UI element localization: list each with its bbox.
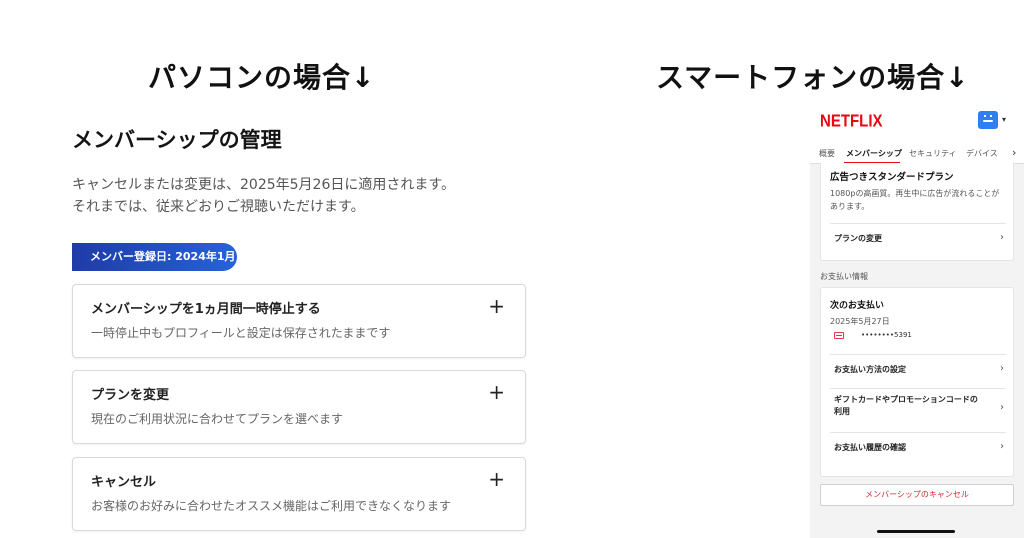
member-since-badge: メンバー登録日: 2024年1月 [72,243,237,271]
card-description: 一時停止中もプロフィールと設定は保存されたままです [91,326,391,340]
avatar[interactable] [978,111,998,129]
home-indicator [877,530,955,533]
plus-icon[interactable]: + [488,294,505,318]
pc-section-heading: パソコンの場合↓ [148,61,376,94]
row-label: ギフトカードやプロモーションコードの利用 [834,395,978,416]
chevron-right-icon: › [1000,232,1004,243]
change-notice-line-2: それまでは、従来どおりご視聴いただけます。 [72,199,365,215]
tab-overview[interactable]: 概要 [819,148,835,159]
page-title: メンバーシップの管理 [72,128,282,152]
plus-icon[interactable]: + [488,467,505,491]
payment-card: 次のお支払い 2025年5月27日 ••••••••5391 お支払い方法の設定… [820,287,1014,477]
plan-name: 広告つきスタンダードプラン [830,172,954,183]
smartphone-section-heading: スマートフォンの場合↓ [656,61,970,94]
row-label: プランの変更 [834,234,882,243]
tab-security[interactable]: セキュリティ [909,148,957,159]
tab-membership[interactable]: メンバーシップ [846,148,902,159]
credit-card-icon [834,332,844,339]
cancel-membership-button[interactable]: メンバーシップのキャンセル [820,484,1014,506]
payment-history-row[interactable]: お支払い履歴の確認 › [830,432,1006,463]
card-number: ••••••••5391 [861,331,912,339]
phone-header: NETFLIX ▾ 概要 メンバーシップ セキュリティ デバイス › [810,95,1024,164]
card-title: プランを変更 [91,388,170,403]
chevron-right-icon[interactable]: › [1012,146,1016,159]
plan-card: 広告つきスタンダードプラン 1080pの高画質。再生中に広告が流れることがありま… [820,163,1014,261]
next-payment-date: 2025年5月27日 [830,317,890,326]
chevron-right-icon: › [1000,363,1004,374]
netflix-logo[interactable]: NETFLIX [820,112,883,132]
change-plan-row[interactable]: プランの変更 › [830,223,1006,254]
pause-membership-card[interactable]: メンバーシップを1ヵ月間一時停止する 一時停止中もプロフィールと設定は保存された… [72,284,526,358]
cancel-card[interactable]: キャンセル お客様のお好みに合わせたオススメ機能はご利用できなくなります + [72,457,526,531]
payment-method-row[interactable]: お支払い方法の設定 › [830,354,1006,385]
change-notice: キャンセルまたは変更は、2025年5月26日に適用されます。 それまでは、従来ど… [72,174,455,218]
change-plan-card[interactable]: プランを変更 現在のご利用状況に合わせてプランを選べます + [72,370,526,444]
next-payment-label: 次のお支払い [830,301,885,311]
change-notice-line-1: キャンセルまたは変更は、2025年5月26日に適用されます。 [72,177,455,193]
row-label: お支払い履歴の確認 [834,443,906,452]
card-description: お客様のお好みに合わせたオススメ機能はご利用できなくなります [91,499,452,513]
tab-devices[interactable]: デバイス [966,148,998,159]
card-title: メンバーシップを1ヵ月間一時停止する [91,302,321,317]
plus-icon[interactable]: + [488,380,505,404]
account-tabs: 概要 メンバーシップ セキュリティ デバイス › [810,143,1024,164]
chevron-right-icon: › [1000,441,1004,452]
payment-section-label: お支払い情報 [820,272,868,281]
plan-description: 1080pの高画質。再生中に広告が流れることがあります。 [830,189,1000,211]
chevron-right-icon: › [1000,402,1004,413]
chevron-down-icon[interactable]: ▾ [1002,115,1006,124]
row-label: お支払い方法の設定 [834,365,906,374]
smartphone-screen: NETFLIX ▾ 概要 メンバーシップ セキュリティ デバイス › 広告つきス… [810,95,1024,538]
gift-card-row[interactable]: ギフトカードやプロモーションコードの利用 › [830,388,1006,429]
card-title: キャンセル [91,475,157,490]
card-description: 現在のご利用状況に合わせてプランを選べます [91,412,344,426]
